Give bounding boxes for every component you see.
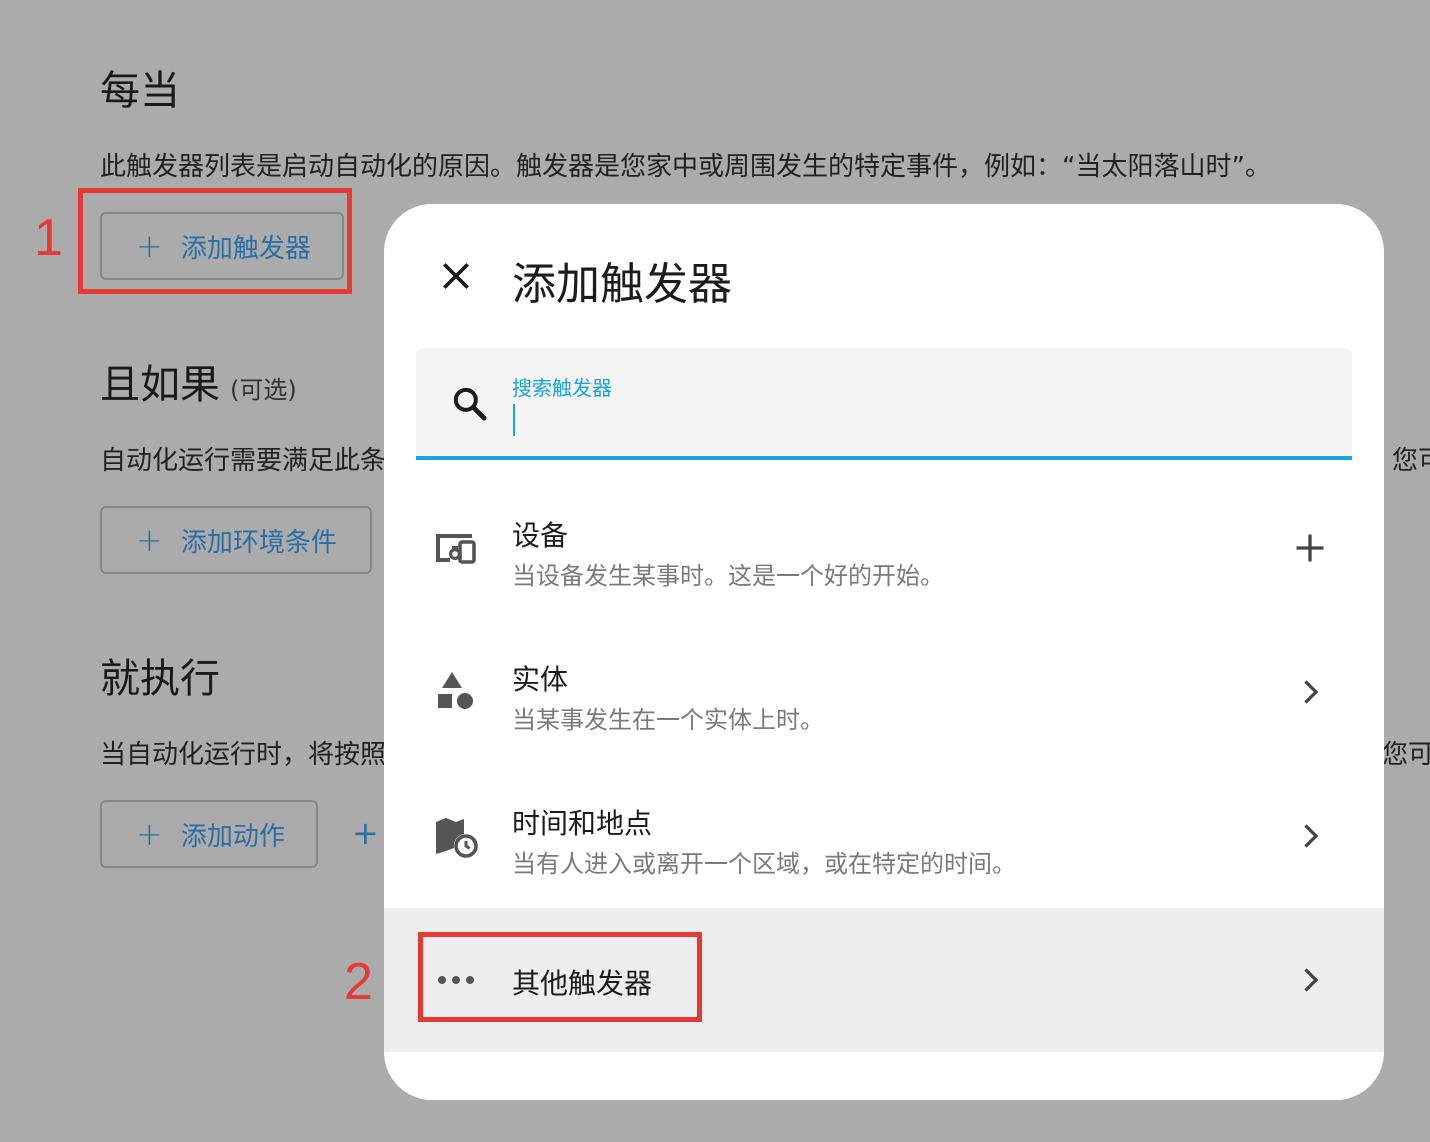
shapes-icon — [438, 672, 473, 709]
add-action-label: 添加动作 — [180, 821, 285, 852]
chevron-right-icon — [1304, 824, 1319, 848]
search-input[interactable] — [512, 402, 1312, 436]
annotation-number-1: 1 — [34, 209, 63, 267]
trigger-item-device[interactable]: 设备 当设备发生某事时。这是一个好的开始。 — [384, 476, 1384, 620]
dialog-title: 添加触发器 — [512, 259, 732, 310]
search-icon — [453, 387, 487, 421]
section-title-and-if: 且如果 (可选) — [100, 352, 297, 410]
annotation-box-2 — [418, 932, 702, 1022]
trigger-item-description: 当某事发生在一个实体上时。 — [512, 706, 824, 734]
annotation-box-1 — [78, 188, 352, 294]
trigger-item-name: 实体 — [512, 663, 569, 696]
plus-icon: + — [136, 521, 163, 559]
trigger-item-entity[interactable]: 实体 当某事发生在一个实体上时。 — [384, 620, 1384, 764]
chevron-right-icon — [1304, 680, 1319, 704]
add-action-button[interactable]: + 添加动作 — [100, 800, 318, 868]
plus-icon: + — [136, 815, 163, 853]
and-if-title: 且如果 — [100, 362, 220, 408]
plus-icon[interactable] — [1292, 530, 1328, 566]
map-clock-icon — [436, 818, 478, 858]
section-description-and-if: 自动化运行需要满足此条 — [100, 446, 387, 476]
optional-label: (可选) — [230, 376, 297, 404]
section-description-when: 此触发器列表是启动自动化的原因。触发器是您家中或周围发生的特定事件，例如：“当太… — [100, 152, 1271, 182]
annotation-number-2: 2 — [344, 953, 373, 1011]
clipped-text-then-do: 您可 — [1382, 740, 1430, 770]
add-condition-button[interactable]: + 添加环境条件 — [100, 506, 372, 574]
add-building-block-plus-icon[interactable]: + — [352, 814, 379, 852]
chevron-right-icon — [1304, 968, 1319, 992]
search-field[interactable]: 搜索触发器 — [416, 348, 1352, 460]
clipped-text-and-if: 您可 — [1392, 446, 1430, 476]
trigger-item-name: 设备 — [512, 519, 569, 552]
text-caret — [513, 404, 515, 436]
trigger-item-time-location[interactable]: 时间和地点 当有人进入或离开一个区域，或在特定的时间。 — [384, 764, 1384, 908]
add-condition-label: 添加环境条件 — [180, 527, 337, 558]
trigger-item-name: 时间和地点 — [512, 807, 653, 840]
devices-icon — [436, 534, 476, 564]
section-description-then-do: 当自动化运行时，将按照 — [100, 740, 387, 770]
close-icon[interactable] — [436, 256, 476, 296]
section-title-when: 每当 — [100, 68, 180, 114]
trigger-item-description: 当设备发生某事时。这是一个好的开始。 — [512, 562, 944, 590]
section-title-then-do: 就执行 — [100, 656, 220, 702]
trigger-item-description: 当有人进入或离开一个区域，或在特定的时间。 — [512, 850, 1016, 878]
search-label: 搜索触发器 — [512, 376, 612, 400]
